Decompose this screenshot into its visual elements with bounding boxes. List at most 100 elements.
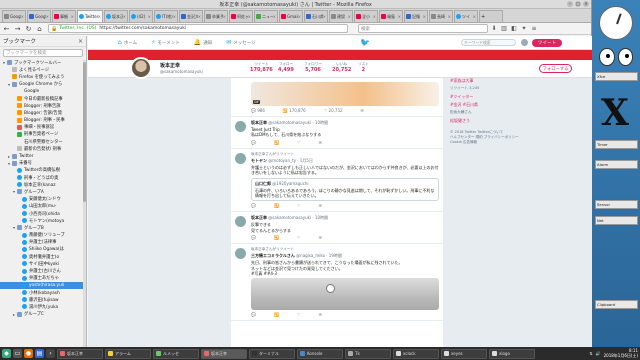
taskbar-task[interactable]: アラーム: [105, 348, 151, 359]
tab[interactable]: 阿佐ヶ×: [229, 10, 253, 22]
profile-stat[interactable]: リスト 2: [358, 62, 369, 73]
minimize-button[interactable]: –: [567, 1, 573, 7]
bookmark-item[interactable]: 坂本正幸(kanaz: [0, 181, 86, 188]
tab[interactable]: ニュー×: [254, 10, 278, 22]
tweet-author[interactable]: 坂本正幸: [251, 215, 267, 220]
forward-icon[interactable]: →: [13, 24, 22, 33]
tab[interactable]: Google×: [2, 10, 26, 22]
tab[interactable]: 建設 ×: [329, 10, 353, 22]
like-icon[interactable]: ♡: [297, 140, 301, 145]
dm-icon[interactable]: ✉: [319, 235, 322, 240]
trend-item[interactable]: #家族は大事: [450, 78, 565, 84]
retweet-icon[interactable]: 🔁: [274, 203, 279, 208]
follow-button[interactable]: フォローする: [539, 64, 572, 73]
download-icon[interactable]: ⬇: [490, 25, 498, 33]
nav-home[interactable]: ⌂ ホーム: [118, 39, 137, 46]
tab-close-icon[interactable]: ×: [348, 14, 351, 19]
bookmark-item[interactable]: 湯川伊九(yuka: [0, 303, 86, 310]
bookmark-item[interactable]: 弁護士あだちゃ: [0, 275, 86, 282]
bookmark-item[interactable]: ▾ ブックマークツールバー: [0, 59, 86, 66]
bookmark-item[interactable]: Blogger: 刑事・民事: [0, 117, 86, 124]
bookmark-item[interactable]: 弁護士(法律事: [0, 239, 86, 246]
reload-icon[interactable]: ↻: [24, 24, 33, 33]
profile-stat[interactable]: いいね 20,752: [332, 62, 351, 73]
bookmark-item[interactable]: Shiiko Ogawa(は: [0, 246, 86, 253]
start-menu-icon[interactable]: ◆: [2, 349, 11, 358]
taskbar-task[interactable]: ルメッセ: [153, 348, 199, 359]
tweet[interactable]: 坂本正幸 @sakamotomasayuki · 10時間 Tweet Just …: [231, 117, 443, 149]
dm-icon[interactable]: ✉: [361, 108, 364, 113]
tab-close-icon[interactable]: ×: [46, 14, 49, 19]
bookmark-item[interactable]: 刑事告発者ページ: [0, 131, 86, 138]
maximize-button[interactable]: □: [575, 1, 581, 7]
back-icon[interactable]: ←: [2, 24, 11, 33]
tab-close-icon[interactable]: ×: [298, 14, 301, 19]
taskbar-task[interactable]: xclock: [393, 348, 439, 359]
trend-item[interactable]: #ツイッター: [450, 94, 565, 100]
widget-box-5[interactable]: Net: [595, 216, 638, 225]
reply-icon[interactable]: 💬: [251, 312, 256, 317]
sidebar-scroll-thumb[interactable]: [83, 62, 86, 202]
new-tab-button[interactable]: +: [479, 10, 503, 22]
bookmark-item[interactable]: サイ(田中kyoki: [0, 260, 86, 267]
tab[interactable]: 福島 ×: [379, 10, 403, 22]
files-launcher-icon[interactable]: ▤: [35, 349, 44, 358]
tweet-button[interactable]: ツイート: [531, 38, 562, 47]
bookmark-item[interactable]: ▸ Twitter: [0, 152, 86, 159]
trend-item[interactable]: #金沢 #石川県: [450, 102, 565, 108]
tweet-author[interactable]: 坂本正幸: [251, 120, 267, 125]
bookmark-item[interactable]: 山田太郎(mu-: [0, 203, 86, 210]
bookmark-item[interactable]: ▾ グループA: [0, 188, 86, 195]
tab[interactable]: 全小 ×: [354, 10, 378, 22]
tweet-handle[interactable]: @sakamotomasayuki · 10時間: [268, 215, 328, 220]
tweet-avatar[interactable]: [235, 248, 246, 260]
quoted-tweet[interactable]: 山口仁郎 @1920yamaguchi 石澤の件、いろいろあるであろう。ほこりの静…: [251, 177, 439, 202]
tab-close-icon[interactable]: ×: [373, 14, 376, 19]
tab-close-icon[interactable]: ×: [423, 14, 426, 19]
tweet[interactable]: 坂本正幸さんがリツイート モトヤン @motoyan_ty · 1月5日 弁護士とい…: [231, 149, 443, 213]
bookmark-item[interactable]: ▾ 未番号: [0, 160, 86, 167]
bookmark-item[interactable]: Firefox を使ってみよう: [0, 73, 86, 80]
home-icon[interactable]: ⌂: [35, 24, 44, 33]
bookmark-item[interactable]: 今日の最新投稿記事: [0, 95, 86, 102]
taskbar-task[interactable]: Tk: [345, 348, 391, 359]
like-icon[interactable]: ♡: [297, 235, 301, 240]
tab-close-icon[interactable]: ×: [148, 14, 151, 19]
bookmark-item[interactable]: 刑事・どうばの奥: [0, 174, 86, 181]
tab[interactable]: 坂本正×: [104, 10, 128, 22]
retweet-icon[interactable]: 🔁 170,876: [283, 108, 306, 113]
tweet[interactable]: 坂本正幸 @sakamotomasayuki · 10時間 反撃できる 見てるんと…: [231, 212, 443, 245]
tab[interactable]: IT(地) ×: [154, 10, 178, 22]
tweet-photo[interactable]: [251, 278, 439, 311]
bookmark-item[interactable]: Blogger: 刑事告訴: [0, 102, 86, 109]
bookmark-item[interactable]: モトヤン(motoya: [0, 217, 86, 224]
taskbar-clock[interactable]: 8:11 2018年1月6日(土): [604, 348, 638, 358]
tab-close-icon[interactable]: ×: [323, 14, 326, 19]
taskbar-task[interactable]: Konsole: [297, 348, 343, 359]
like-icon[interactable]: ♡: [297, 203, 301, 208]
profile-stat[interactable]: フォロー 4,499: [278, 62, 294, 73]
tweet[interactable]: 坂本正幸さんがリツイート 三方懐エコミラクルさん @nagisa_miko · 1…: [231, 244, 443, 322]
tab[interactable]: 事細 ×: [52, 10, 76, 22]
tweet-handle[interactable]: @motoyan_ty · 1月5日: [268, 158, 313, 163]
tab-close-icon[interactable]: ×: [71, 14, 74, 19]
sidebar-toggle-icon[interactable]: ◧: [510, 25, 518, 33]
dm-icon[interactable]: ✉: [319, 140, 322, 145]
tab-close-icon[interactable]: ×: [198, 14, 201, 19]
bookmark-item[interactable]: 安藤健太(ンドウ: [0, 196, 86, 203]
bookmark-item[interactable]: Google: [0, 88, 86, 95]
tab-close-icon[interactable]: ×: [98, 14, 101, 19]
bookmark-item[interactable]: Twitterの高橋弘樹: [0, 167, 86, 174]
tab-close-icon[interactable]: ×: [473, 14, 476, 19]
tweet-author[interactable]: モトヤン: [251, 158, 267, 163]
profile-stat[interactable]: ツイート 170,876: [250, 62, 273, 73]
bookmark-item[interactable]: 藤沢田(fujisaw: [0, 296, 86, 303]
tab[interactable]: Gmail ×: [279, 10, 303, 22]
reply-icon[interactable]: 💬: [251, 235, 256, 240]
firefox-launcher-icon[interactable]: ●: [24, 349, 33, 358]
taskbar-task[interactable]: ターミナル: [249, 348, 295, 359]
tab-close-icon[interactable]: ×: [21, 14, 24, 19]
tweet-handle[interactable]: @sakamotomasayuki · 10時間: [268, 120, 328, 125]
terminal-launcher-icon[interactable]: ›: [46, 349, 55, 358]
bookmark-item[interactable]: 小西亮司(ohida: [0, 210, 86, 217]
